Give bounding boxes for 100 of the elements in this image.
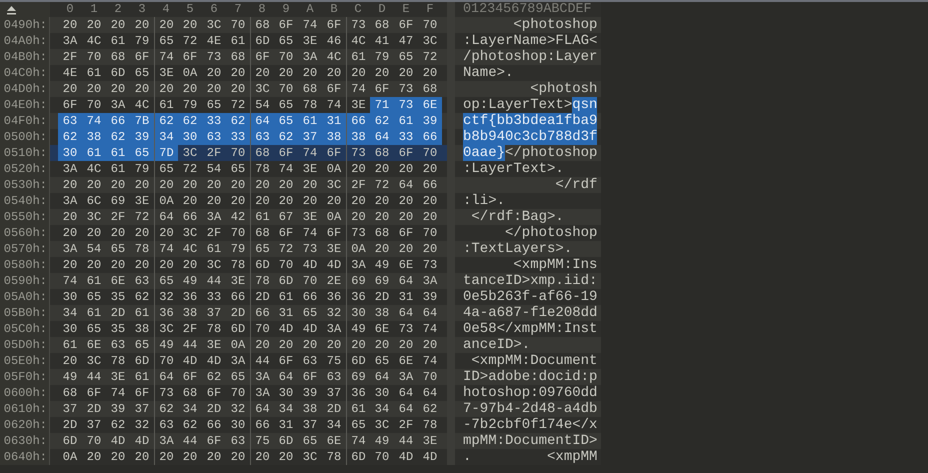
hex-byte: 74 — [82, 113, 106, 129]
hex-byte: 70 — [422, 17, 438, 33]
hex-byte: 6F — [326, 81, 342, 97]
hex-byte: 38 — [346, 129, 370, 145]
hex-byte: 20 — [374, 337, 390, 353]
column-header: 3 — [137, 2, 147, 17]
hex-byte: 2D — [374, 289, 390, 305]
hex-byte: 61 — [82, 145, 106, 161]
hex-byte: 35 — [110, 321, 126, 337]
hex-byte: 65 — [374, 353, 390, 369]
hex-byte: 74 — [302, 145, 318, 161]
hex-byte: 79 — [134, 33, 150, 49]
hex-byte: 20 — [374, 193, 390, 209]
hex-byte: 31 — [322, 113, 346, 129]
hex-byte: 3A — [422, 273, 438, 289]
hex-byte: 20 — [206, 449, 222, 465]
row-offset: 04B0h: — [0, 49, 50, 65]
ascii-text: 0e5b263f-af66-19 — [463, 289, 598, 305]
hex-byte: 4C — [326, 49, 342, 65]
hex-byte: 20 — [302, 177, 318, 193]
hex-byte: 3A — [206, 209, 222, 225]
hex-byte: 38 — [374, 305, 390, 321]
hex-byte: 62 — [110, 417, 126, 433]
row-offset: 0520h: — [0, 161, 50, 177]
hex-byte: 3E — [302, 161, 318, 177]
hex-byte: 3C — [374, 417, 390, 433]
hex-byte: 20 — [398, 337, 414, 353]
hex-byte: 33 — [202, 113, 226, 129]
hex-byte: 20 — [134, 81, 150, 97]
hex-byte: 37 — [298, 129, 322, 145]
row-offset: 04F0h: — [0, 113, 50, 129]
ascii-text: </photoshop — [504, 225, 598, 241]
hex-byte: 2F — [398, 417, 414, 433]
hex-byte: 70 — [86, 433, 102, 449]
hex-byte: 78 — [230, 257, 246, 273]
hex-byte: 68 — [110, 49, 126, 65]
hex-byte: 20 — [422, 161, 438, 177]
hex-byte: 3E — [302, 33, 318, 49]
hex-byte: 74 — [62, 273, 78, 289]
hex-byte: 70 — [422, 369, 438, 385]
ascii-text: <photoshop — [512, 17, 598, 33]
hex-byte: 72 — [182, 33, 198, 49]
hex-byte: 20 — [110, 81, 126, 97]
row-offset: 0580h: — [0, 257, 50, 273]
row-offset: 0620h: — [0, 417, 50, 433]
hex-byte: 68 — [62, 385, 78, 401]
hex-byte: 62 — [134, 289, 150, 305]
hex-byte: 32 — [230, 401, 246, 417]
hex-byte: 63 — [58, 113, 82, 129]
hex-byte: 20 — [110, 17, 126, 33]
hex-byte: 62 — [226, 113, 250, 129]
hex-byte: 61 — [86, 305, 102, 321]
hex-byte: 70 — [422, 145, 438, 161]
hex-byte: 20 — [134, 449, 150, 465]
hex-byte: 20 — [206, 177, 222, 193]
hex-byte: 20 — [278, 177, 294, 193]
hex-byte: 20 — [398, 209, 414, 225]
hex-byte: 3E — [110, 369, 126, 385]
hex-byte: 78 — [110, 353, 126, 369]
scroll-top-icon[interactable] — [6, 4, 17, 14]
column-header: F — [425, 2, 435, 17]
column-header: C — [353, 2, 363, 17]
hex-byte: 64 — [422, 305, 438, 321]
hex-byte: 61 — [110, 161, 126, 177]
hex-byte: 34 — [326, 417, 342, 433]
hex-byte: 39 — [130, 129, 154, 145]
hex-byte: 3C — [302, 449, 318, 465]
hex-byte: 3E — [134, 193, 150, 209]
hex-byte: 34 — [154, 129, 178, 145]
hex-byte: 6D — [62, 433, 78, 449]
hex-byte: 3E — [302, 209, 318, 225]
hex-byte: 6F — [206, 433, 222, 449]
hex-byte: 79 — [182, 97, 198, 113]
hex-byte: 72 — [230, 97, 246, 113]
hex-byte: 20 — [110, 225, 126, 241]
ascii-text: :TextLayers>. — [463, 241, 572, 257]
hex-byte: 63 — [110, 337, 126, 353]
hex-byte: 61 — [110, 33, 126, 49]
row-offset: 0630h: — [0, 433, 50, 449]
hex-byte: 4D — [398, 449, 414, 465]
column-header: A — [305, 2, 315, 17]
hex-byte: 72 — [134, 209, 150, 225]
hex-byte: 20 — [374, 209, 390, 225]
ascii-text: <xmpMM:Document — [470, 353, 598, 369]
hex-byte: 70 — [278, 257, 294, 273]
hex-byte: 20 — [134, 257, 150, 273]
hex-byte: 3E — [422, 433, 438, 449]
hex-byte: 20 — [302, 337, 318, 353]
hex-byte: 74 — [302, 225, 318, 241]
hex-byte: 3C — [86, 353, 102, 369]
hex-byte: 6D — [346, 449, 370, 465]
ascii-text: mpMM:DocumentID> — [463, 433, 598, 449]
hex-byte: 20 — [398, 241, 414, 257]
hex-byte: 20 — [326, 65, 342, 81]
hex-byte: 34 — [62, 305, 78, 321]
hex-byte: 30 — [374, 385, 390, 401]
column-header: 8 — [257, 2, 267, 17]
hex-byte: 75 — [326, 353, 342, 369]
hex-byte: 20 — [374, 241, 390, 257]
hex-byte: 30 — [62, 321, 78, 337]
